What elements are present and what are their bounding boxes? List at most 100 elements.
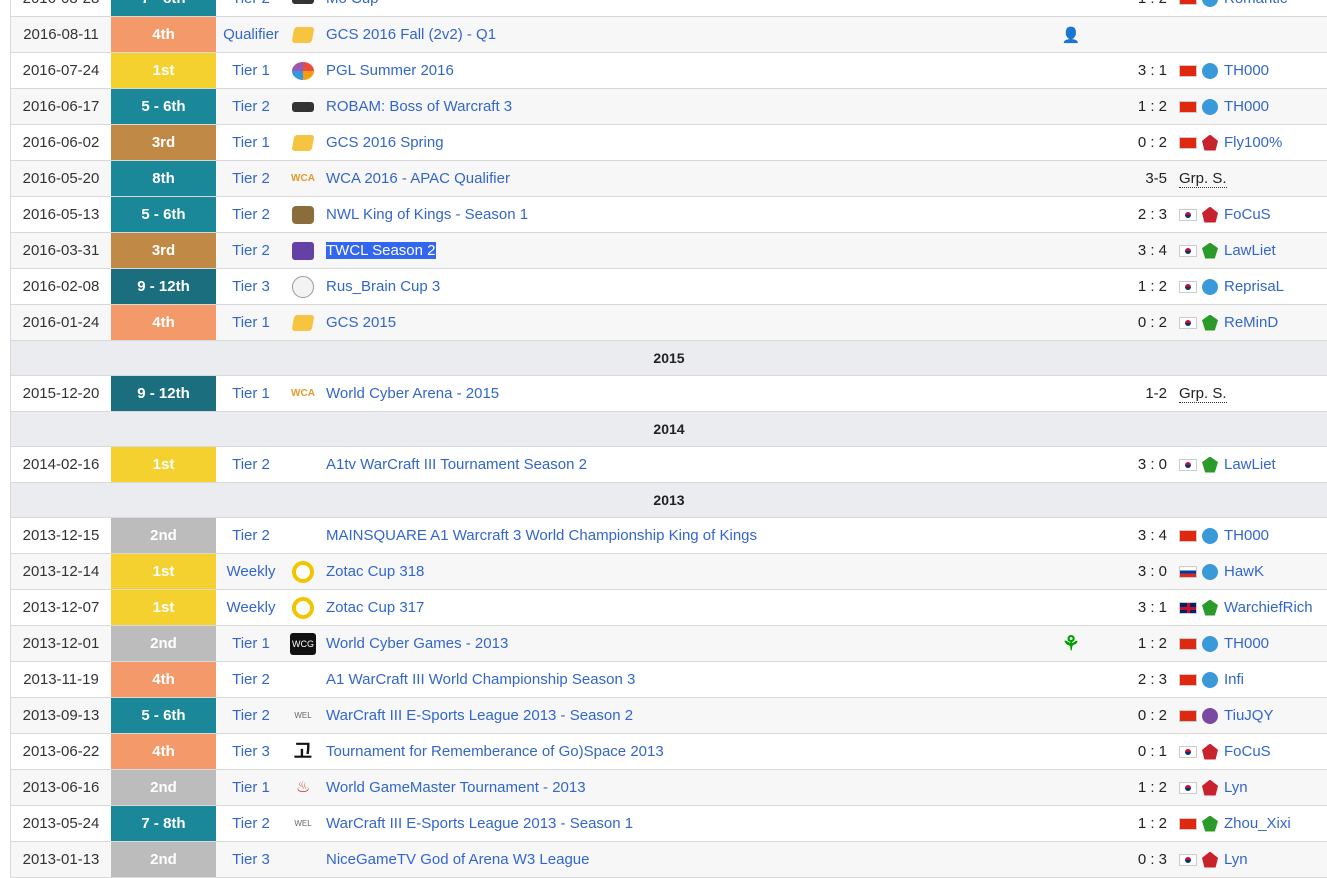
tournament-name[interactable]: MAINSQUARE A1 Warcraft 3 World Champions… — [326, 527, 757, 544]
tournament-link[interactable]: PGL Summer 2016 — [326, 53, 454, 88]
tournament-name[interactable]: WCA 2016 - APAC Qualifier — [326, 170, 510, 187]
opponent-link[interactable]: TH000 — [1224, 98, 1269, 115]
opponent-link[interactable]: TH000 — [1224, 62, 1269, 79]
opponent-link[interactable]: FoCuS — [1224, 743, 1271, 760]
tournament-link[interactable]: GCS 2016 Spring — [326, 125, 444, 160]
tier-link[interactable]: Qualifier — [216, 17, 286, 52]
tournament-name[interactable]: World Cyber Arena - 2015 — [326, 385, 499, 402]
tier-link[interactable]: Weekly — [216, 554, 286, 589]
tier-link[interactable]: Tier 2 — [216, 89, 286, 124]
tournament-link[interactable]: Tournament for Rememberance of Go)Space … — [326, 734, 664, 769]
tournament-link[interactable]: A1 WarCraft III World Championship Seaso… — [326, 662, 635, 697]
tier-link[interactable]: Tier 2 — [216, 233, 286, 268]
wgm-icon: ♨ — [295, 778, 311, 796]
tier-link[interactable]: Tier 3 — [216, 734, 286, 769]
tournament-name[interactable]: TWCL Season 2 — [326, 242, 436, 259]
opponent-link[interactable]: ReprisaL — [1224, 278, 1284, 295]
opponent-link[interactable]: LawLiet — [1224, 456, 1276, 473]
tournament-name[interactable]: Mo Cup — [326, 0, 379, 7]
tournament-link[interactable]: WarCraft III E-Sports League 2013 - Seas… — [326, 806, 633, 841]
tournament-name[interactable]: World GameMaster Tournament - 2013 — [326, 779, 586, 796]
opponent-cell: TH000 — [1179, 89, 1269, 124]
tournament-name[interactable]: Zotac Cup 318 — [326, 563, 424, 580]
tier-link[interactable]: Tier 2 — [216, 447, 286, 482]
tier-link[interactable]: Tier 1 — [216, 53, 286, 88]
opponent-link[interactable]: HawK — [1224, 563, 1264, 580]
tier-link[interactable]: Tier 2 — [216, 806, 286, 841]
tournament-name[interactable]: GCS 2016 Fall (2v2) - Q1 — [326, 26, 496, 43]
group-stage-abbr: Grp. S. — [1179, 384, 1227, 403]
tournament-name[interactable]: NWL King of Kings - Season 1 — [326, 206, 528, 223]
tournament-name[interactable]: A1 WarCraft III World Championship Seaso… — [326, 671, 635, 688]
tournament-icon-cell: WEL — [288, 806, 318, 841]
nwl-icon — [292, 205, 314, 224]
opponent-link[interactable]: Infi — [1224, 671, 1244, 688]
tournament-link[interactable]: WarCraft III E-Sports League 2013 - Seas… — [326, 698, 633, 733]
tournament-name[interactable]: World Cyber Games - 2013 — [326, 635, 508, 652]
opponent-link[interactable]: Romantic — [1224, 0, 1287, 7]
date-cell: 2015-12-20 — [22, 385, 100, 402]
tournament-link[interactable]: MAINSQUARE A1 Warcraft 3 World Champions… — [326, 518, 757, 553]
tournament-name[interactable]: Rus_Brain Cup 3 — [326, 278, 440, 295]
tournament-name[interactable]: GCS 2015 — [326, 314, 396, 331]
table-row: 2015-12-20 9 - 12th Tier 1 WCA World Cyber A… — [10, 376, 1327, 412]
tournament-link[interactable]: Zotac Cup 317 — [326, 590, 424, 625]
tier-link[interactable]: Tier 2 — [216, 197, 286, 232]
tournament-name[interactable]: NiceGameTV God of Arena W3 League — [326, 851, 589, 868]
flag-gb-icon — [1179, 601, 1197, 614]
tournament-link[interactable]: Zotac Cup 318 — [326, 554, 424, 589]
razer-icon: ⚘ — [1062, 633, 1080, 655]
opponent-link[interactable]: Fly100% — [1224, 134, 1282, 151]
opponent-link[interactable]: WarchiefRich — [1224, 599, 1313, 616]
tournament-name[interactable]: PGL Summer 2016 — [326, 62, 454, 79]
opponent-link[interactable]: Lyn — [1224, 779, 1248, 796]
tournament-link[interactable]: NiceGameTV God of Arena W3 League — [326, 842, 589, 877]
tier-link[interactable]: Weekly — [216, 590, 286, 625]
tier-link[interactable]: Tier 2 — [216, 0, 286, 16]
tournament-link[interactable]: World GameMaster Tournament - 2013 — [326, 770, 586, 805]
tier-link[interactable]: Tier 1 — [216, 125, 286, 160]
tournament-link[interactable]: NWL King of Kings - Season 1 — [326, 197, 528, 232]
opponent-link[interactable]: Lyn — [1224, 851, 1248, 868]
opponent-link[interactable]: TiuJQY — [1224, 707, 1273, 724]
tournament-link[interactable]: GCS 2015 — [326, 305, 396, 340]
tournament-name[interactable]: A1tv WarCraft III Tournament Season 2 — [326, 456, 587, 473]
year-header: 2015 — [10, 341, 1327, 376]
opponent-link[interactable]: TH000 — [1224, 527, 1269, 544]
wel-icon: WEL — [294, 818, 312, 828]
tournament-link[interactable]: Mo Cup — [326, 0, 379, 16]
tournament-link[interactable]: A1tv WarCraft III Tournament Season 2 — [326, 447, 587, 482]
tournament-name[interactable]: WarCraft III E-Sports League 2013 - Seas… — [326, 707, 633, 724]
tier-link[interactable]: Tier 1 — [216, 305, 286, 340]
tournament-name[interactable]: Zotac Cup 317 — [326, 599, 424, 616]
tier-link[interactable]: Tier 2 — [216, 518, 286, 553]
opponent-link[interactable]: FoCuS — [1224, 206, 1271, 223]
tier-link[interactable]: Tier 3 — [216, 269, 286, 304]
opponent-link[interactable]: ReMinD — [1224, 314, 1278, 331]
tournament-link[interactable]: Rus_Brain Cup 3 — [326, 269, 440, 304]
opponent-link[interactable]: Zhou_Xixi — [1224, 815, 1291, 832]
tournament-name[interactable]: WarCraft III E-Sports League 2013 - Seas… — [326, 815, 633, 832]
tournament-link[interactable]: WCA 2016 - APAC Qualifier — [326, 161, 510, 196]
date-cell: 2016-03-31 — [22, 242, 100, 259]
tournament-name[interactable]: GCS 2016 Spring — [326, 134, 444, 151]
tournament-name[interactable]: Tournament for Rememberance of Go)Space … — [326, 743, 664, 760]
tier-link[interactable]: Tier 2 — [216, 161, 286, 196]
tier-link[interactable]: Tier 1 — [216, 770, 286, 805]
opponent-link[interactable]: LawLiet — [1224, 242, 1276, 259]
tournament-link[interactable]: World Cyber Arena - 2015 — [326, 376, 499, 411]
tier-link[interactable]: Tier 2 — [216, 698, 286, 733]
table-row: 2013-12-01 2nd Tier 1 WCG World Cyber Games … — [10, 626, 1327, 662]
robam-icon — [292, 101, 314, 112]
tournament-link[interactable]: TWCL Season 2 — [326, 233, 436, 268]
tier-link[interactable]: Tier 1 — [216, 376, 286, 411]
tournament-link[interactable]: ROBAM: Boss of Warcraft 3 — [326, 89, 512, 124]
opponent-link[interactable]: TH000 — [1224, 635, 1269, 652]
tournament-icon-cell — [288, 89, 318, 124]
tier-link[interactable]: Tier 2 — [216, 662, 286, 697]
tournament-link[interactable]: World Cyber Games - 2013 — [326, 626, 508, 661]
tournament-link[interactable]: GCS 2016 Fall (2v2) - Q1 — [326, 17, 496, 52]
tier-link[interactable]: Tier 3 — [216, 842, 286, 877]
tier-link[interactable]: Tier 1 — [216, 626, 286, 661]
tournament-name[interactable]: ROBAM: Boss of Warcraft 3 — [326, 98, 512, 115]
